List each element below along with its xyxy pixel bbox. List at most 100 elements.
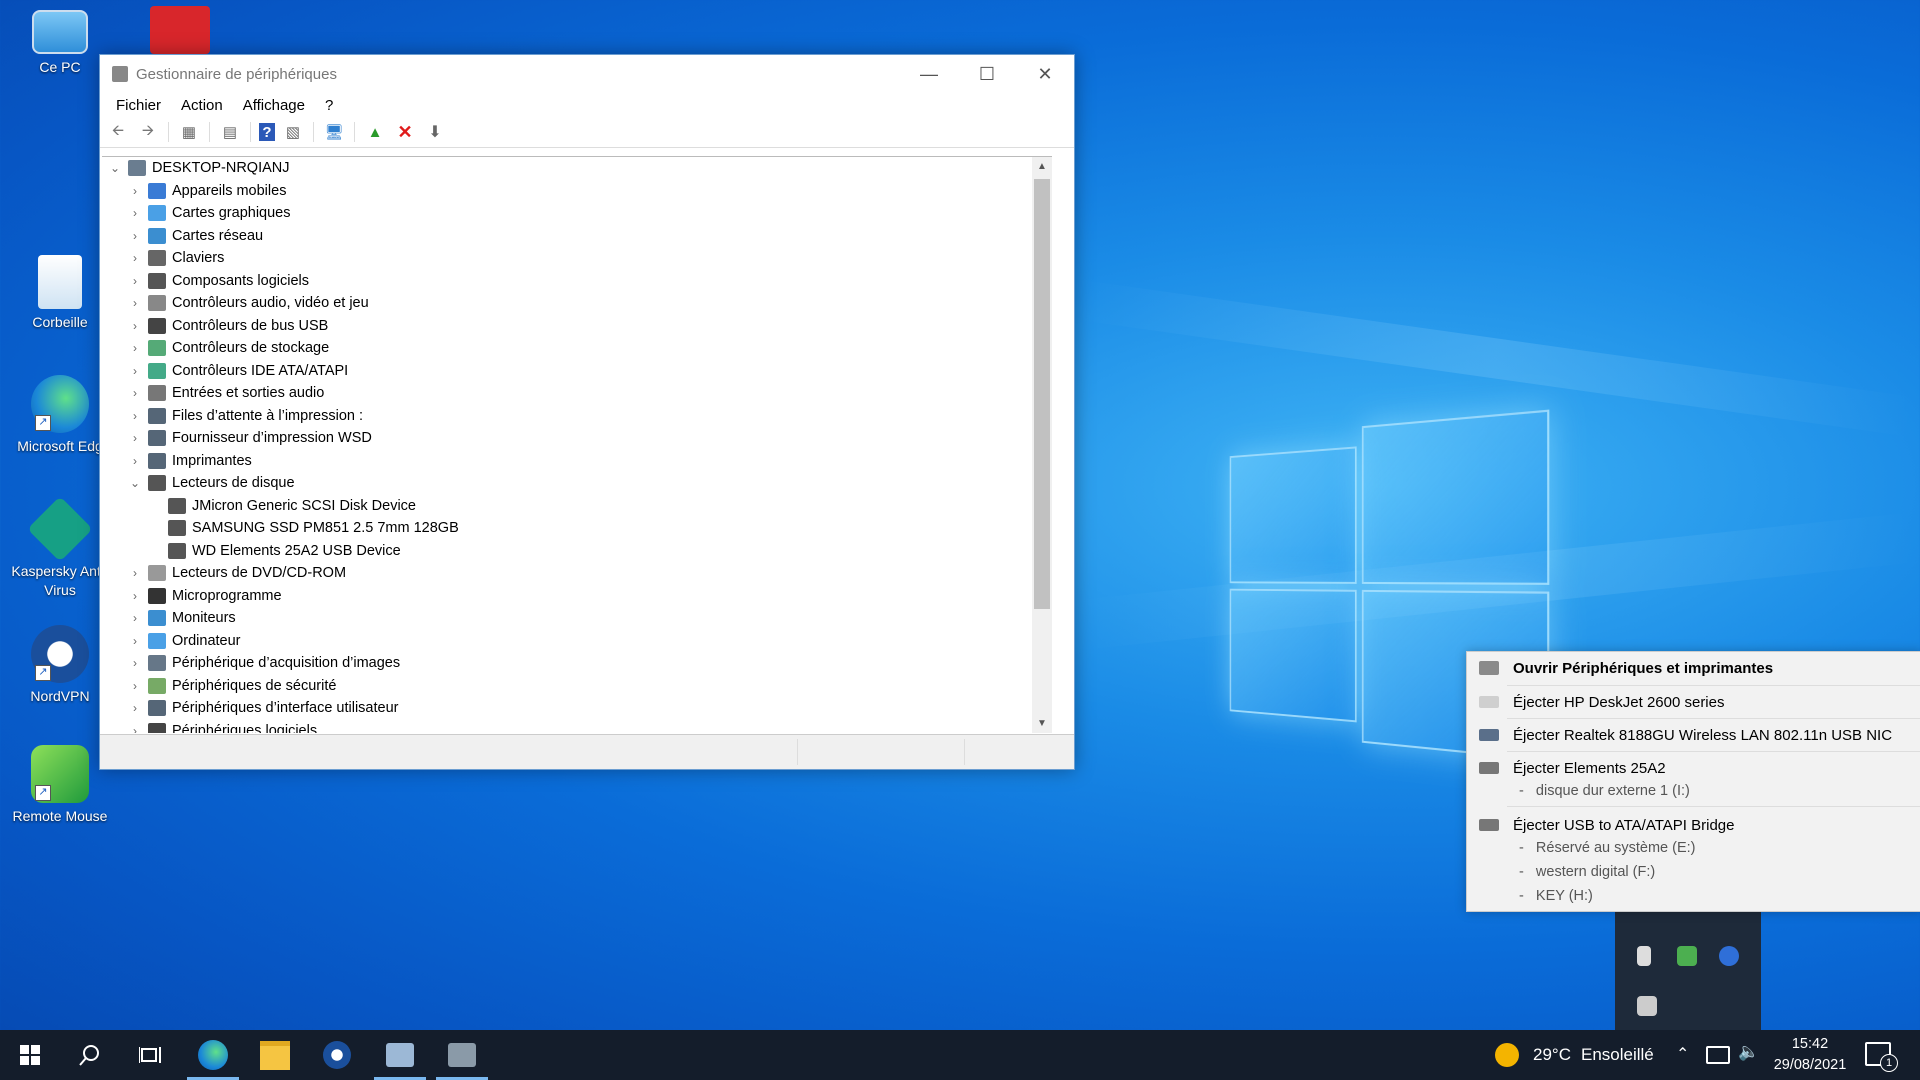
tree-item[interactable]: ⌄ Lecteurs de disque (102, 472, 1032, 495)
tree-item[interactable]: › Ordinateur (102, 630, 1032, 653)
help-icon[interactable]: ? (259, 123, 275, 141)
tree-item[interactable]: JMicron Generic SCSI Disk Device (102, 495, 1032, 518)
tree-item[interactable]: › Entrées et sorties audio (102, 382, 1032, 405)
scrollbar-thumb[interactable] (1034, 179, 1050, 609)
safely-remove-hardware-icon[interactable] (1637, 996, 1657, 1016)
tree-item[interactable]: › Cartes réseau (102, 225, 1032, 248)
vertical-scrollbar[interactable]: ▲ ▼ (1032, 157, 1052, 733)
tree-item[interactable]: › Files d’attente à l’impression : (102, 405, 1032, 428)
forward-arrow-icon[interactable]: 🡪 (136, 121, 160, 143)
chevron-right-icon[interactable]: › (128, 341, 142, 355)
chevron-right-icon[interactable]: › (128, 184, 142, 198)
clock[interactable]: 15:42 29/08/2021 (1765, 1034, 1855, 1076)
desktop-icon-recycle-bin[interactable]: Corbeille (10, 255, 110, 332)
task-view-button[interactable] (120, 1030, 180, 1080)
chevron-right-icon[interactable]: › (128, 386, 142, 400)
tree-item[interactable]: › Périphériques logiciels (102, 720, 1032, 733)
tree-item[interactable]: SAMSUNG SSD PM851 2.5 7mm 128GB (102, 517, 1032, 540)
weather-widget[interactable]: 29°C Ensoleillé (1495, 1030, 1654, 1080)
uninstall-device-icon[interactable]: ✕ (393, 121, 417, 143)
chevron-right-icon[interactable]: › (128, 679, 142, 693)
eject-item-printer[interactable]: Éjecter HP DeskJet 2600 series (1467, 686, 1920, 718)
tree-item[interactable]: › Périphériques de sécurité (102, 675, 1032, 698)
tree-item[interactable]: › Claviers (102, 247, 1032, 270)
tree-item[interactable]: › Composants logiciels (102, 270, 1032, 293)
chevron-right-icon[interactable]: › (128, 431, 142, 445)
menu-file[interactable]: Fichier (106, 97, 171, 114)
chevron-right-icon[interactable]: › (128, 724, 142, 733)
chevron-down-icon[interactable]: ⌄ (108, 161, 122, 175)
tree-item[interactable]: › Microprogramme (102, 585, 1032, 608)
menu-help[interactable]: ? (315, 97, 343, 114)
tree-item[interactable]: › Contrôleurs de stockage (102, 337, 1032, 360)
chevron-right-icon[interactable]: › (128, 611, 142, 625)
properties-icon[interactable]: ▤ (218, 121, 242, 143)
chevron-right-icon[interactable]: › (128, 206, 142, 220)
scroll-down-icon[interactable]: ▼ (1032, 718, 1052, 729)
eject-item-elements[interactable]: Éjecter Elements 25A2 (1467, 752, 1920, 784)
search-button[interactable] (60, 1030, 120, 1080)
tree-item[interactable]: › Périphérique d’acquisition d’images (102, 652, 1032, 675)
update-driver-icon[interactable]: ▲ (363, 121, 387, 143)
show-hidden-icons-button[interactable]: ⌃ (1676, 1044, 1689, 1064)
tree-view-icon[interactable]: ▦ (177, 121, 201, 143)
chevron-right-icon[interactable]: › (128, 589, 142, 603)
details-view-icon[interactable]: ▧ (281, 121, 305, 143)
chevron-right-icon[interactable]: › (128, 319, 142, 333)
maximize-button[interactable]: ☐ (958, 55, 1016, 93)
desktop-icon-edge[interactable]: ↗ Microsoft Edg (10, 375, 110, 456)
desktop-icon-kaspersky[interactable]: Kaspersky Anti-Virus (10, 496, 110, 600)
scroll-up-icon[interactable]: ▲ (1032, 161, 1052, 172)
tree-item[interactable]: › Contrôleurs audio, vidéo et jeu (102, 292, 1032, 315)
chevron-right-icon[interactable]: › (128, 229, 142, 243)
camera-app-icon[interactable] (150, 6, 210, 54)
tree-root[interactable]: ⌄ DESKTOP-NRQIANJ (102, 157, 1032, 180)
chevron-right-icon[interactable]: › (128, 274, 142, 288)
menu-action[interactable]: Action (171, 97, 233, 114)
taskbar-edge[interactable] (183, 1030, 243, 1080)
desktop-icon-this-pc[interactable]: Ce PC (10, 10, 110, 77)
desktop-icon-remote-mouse[interactable]: ↗ Remote Mouse (10, 745, 110, 826)
eject-item-ata-bridge[interactable]: Éjecter USB to ATA/ATAPI Bridge (1467, 809, 1920, 841)
chevron-right-icon[interactable]: › (128, 296, 142, 310)
tree-item[interactable]: › Contrôleurs de bus USB (102, 315, 1032, 338)
close-button[interactable]: ✕ (1016, 55, 1074, 93)
tree-item[interactable]: › Cartes graphiques (102, 202, 1032, 225)
chevron-right-icon[interactable]: › (128, 364, 142, 378)
network-icon[interactable] (1706, 1046, 1730, 1064)
chevron-right-icon[interactable]: › (128, 409, 142, 423)
chevron-right-icon[interactable]: › (128, 454, 142, 468)
tree-item[interactable]: › Périphériques d’interface utilisateur (102, 697, 1032, 720)
taskbar-device-manager-2[interactable] (370, 1030, 430, 1080)
back-arrow-icon[interactable]: 🡨 (106, 121, 130, 143)
tree-item[interactable]: › Contrôleurs IDE ATA/ATAPI (102, 360, 1032, 383)
nordvpn-tray-icon[interactable] (1719, 946, 1739, 966)
download-driver-icon[interactable]: ⬇ (423, 121, 447, 143)
remote-mouse-tray-icon[interactable] (1677, 946, 1697, 966)
tree-item[interactable]: › Imprimantes (102, 450, 1032, 473)
taskbar-device-manager[interactable] (432, 1030, 492, 1080)
tree-item[interactable]: › Lecteurs de DVD/CD-ROM (102, 562, 1032, 585)
taskbar-nordvpn[interactable] (307, 1030, 367, 1080)
chevron-right-icon[interactable]: › (128, 656, 142, 670)
menu-view[interactable]: Affichage (233, 97, 315, 114)
tree-item[interactable]: › Fournisseur d’impression WSD (102, 427, 1032, 450)
tree-item[interactable]: › Moniteurs (102, 607, 1032, 630)
chevron-right-icon[interactable]: › (128, 566, 142, 580)
desktop-icon-nordvpn[interactable]: ↗ NordVPN (10, 625, 110, 706)
tree-item[interactable]: WD Elements 25A2 USB Device (102, 540, 1032, 563)
start-button[interactable] (0, 1030, 60, 1080)
chevron-right-icon[interactable]: › (128, 251, 142, 265)
usb-icon[interactable] (1637, 946, 1651, 966)
taskbar-file-explorer[interactable] (245, 1030, 305, 1080)
chevron-down-icon[interactable]: ⌄ (128, 476, 142, 490)
minimize-button[interactable]: — (900, 55, 958, 93)
tree-item[interactable]: › Appareils mobiles (102, 180, 1032, 203)
chevron-right-icon[interactable]: › (128, 634, 142, 648)
title-bar[interactable]: Gestionnaire de périphériques — ☐ ✕ (100, 55, 1074, 93)
open-devices-printers-item[interactable]: Ouvrir Périphériques et imprimantes (1467, 652, 1920, 684)
eject-item-wifi-adapter[interactable]: Éjecter Realtek 8188GU Wireless LAN 802.… (1467, 719, 1920, 751)
scan-hardware-icon[interactable]: 🖥 (322, 121, 346, 143)
chevron-right-icon[interactable]: › (128, 701, 142, 715)
volume-icon[interactable]: 🔈 (1738, 1042, 1759, 1062)
